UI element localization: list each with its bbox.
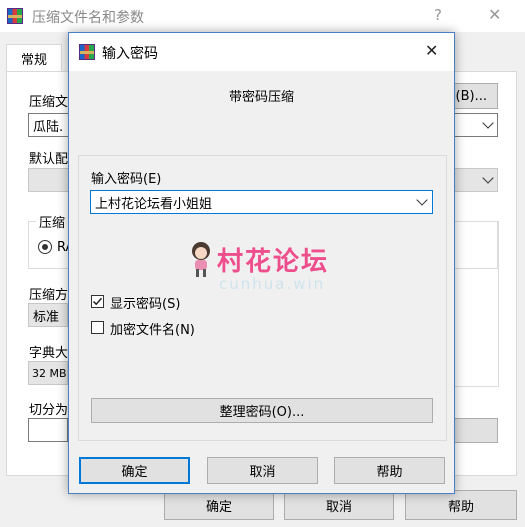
- browse-button-label: (B)...: [455, 88, 487, 104]
- main-ok-button[interactable]: 确定: [164, 490, 274, 520]
- options-group-box: [455, 221, 499, 387]
- password-value: 上村花论坛看小姐姐: [95, 196, 213, 212]
- main-close-icon[interactable]: ✕: [488, 5, 501, 24]
- dialog-help-button[interactable]: 帮助: [334, 457, 445, 484]
- help-icon[interactable]: ?: [434, 6, 442, 24]
- main-help-label: 帮助: [447, 499, 474, 515]
- watermark-mascot-icon: [187, 240, 215, 280]
- tab-general-label: 常规: [20, 53, 47, 68]
- winrar-app-icon: [7, 8, 23, 24]
- tab-general[interactable]: 常规: [6, 44, 62, 72]
- format-group-label: 压缩: [36, 212, 69, 231]
- dialog-close-icon[interactable]: ✕: [425, 41, 438, 60]
- method-select[interactable]: 标准: [28, 303, 68, 327]
- method-label: 压缩方: [29, 288, 69, 303]
- organize-passwords-button[interactable]: 整理密码(O)...: [91, 398, 433, 423]
- organize-passwords-label: 整理密码(O)...: [219, 405, 305, 420]
- format-radio-dot: [42, 244, 48, 250]
- dialog-heading: 带密码压缩: [228, 90, 294, 105]
- dialog-help-label: 帮助: [376, 465, 403, 480]
- split-label: 切分为: [29, 403, 69, 418]
- watermark-url: cunhua.win: [219, 275, 326, 293]
- parameters-button[interactable]: [455, 418, 498, 443]
- password-dialog: 输入密码 ✕ 带密码压缩 输入密码(E) 上村花论坛看小姐姐 村花论坛 cunh…: [68, 32, 455, 494]
- dialog-ok-button[interactable]: 确定: [79, 457, 190, 484]
- dialog-cancel-button[interactable]: 取消: [207, 457, 318, 484]
- check-icon: [92, 297, 103, 306]
- dialog-cancel-label: 取消: [249, 465, 276, 480]
- main-ok-label: 确定: [205, 499, 232, 515]
- default-profile-label: 默认配: [29, 152, 69, 167]
- encrypt-names-label: 加密文件名(N): [110, 323, 195, 338]
- split-input[interactable]: [28, 418, 68, 442]
- watermark-logo-text: 村花论坛: [217, 247, 330, 277]
- main-window-title: 压缩文件名和参数: [32, 10, 144, 26]
- dict-value: 32 MB: [32, 366, 67, 380]
- dict-label: 字典大: [29, 346, 69, 361]
- method-value: 标准: [33, 309, 60, 325]
- dialog-winrar-icon: [79, 44, 95, 60]
- main-cancel-label: 取消: [325, 499, 352, 515]
- password-input[interactable]: 上村花论坛看小姐姐: [90, 190, 433, 214]
- archive-name-label: 压缩文: [29, 95, 69, 110]
- main-cancel-button[interactable]: 取消: [284, 490, 394, 520]
- show-password-label: 显示密码(S): [110, 297, 181, 312]
- dialog-ok-label: 确定: [121, 465, 148, 480]
- dict-select[interactable]: 32 MB: [28, 361, 68, 385]
- password-label: 输入密码(E): [91, 172, 162, 187]
- show-password-checkbox[interactable]: [91, 295, 104, 308]
- dialog-title: 输入密码: [102, 46, 158, 62]
- main-help-button[interactable]: 帮助: [405, 490, 517, 520]
- encrypt-names-checkbox[interactable]: [91, 321, 104, 334]
- format-radio[interactable]: [38, 240, 52, 254]
- archive-name-value: 瓜陆.: [33, 119, 64, 135]
